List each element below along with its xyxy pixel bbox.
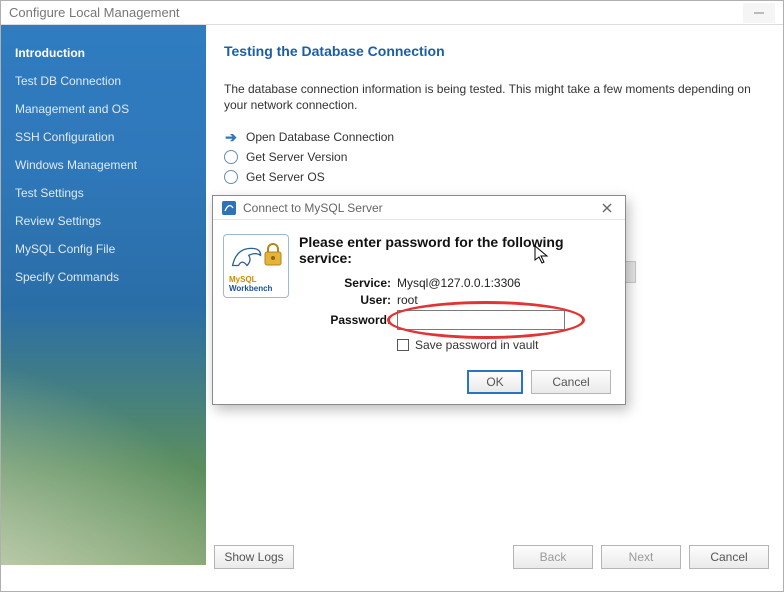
sidebar-item-review-settings[interactable]: Review Settings bbox=[13, 207, 194, 235]
workbench-icon: MySQLWorkbench bbox=[223, 234, 289, 298]
password-dialog: Connect to MySQL Server MySQLWork bbox=[212, 195, 626, 405]
password-wrapper bbox=[397, 310, 565, 330]
save-password-label: Save password in vault bbox=[415, 338, 538, 352]
titlebar: Configure Local Management bbox=[1, 1, 783, 25]
dialog-heading: Please enter password for the following … bbox=[299, 234, 609, 266]
page-description: The database connection information is b… bbox=[224, 81, 765, 113]
label-service: Service: bbox=[299, 276, 397, 290]
workbench-brand: MySQLWorkbench bbox=[229, 275, 272, 293]
cancel-button[interactable]: Cancel bbox=[689, 545, 769, 569]
dolphin-icon bbox=[230, 240, 264, 274]
step-1: Get Server Version bbox=[224, 147, 765, 167]
value-user: root bbox=[397, 293, 418, 307]
wizard-buttons: Back Next Cancel bbox=[513, 545, 769, 569]
step-0: ➔ Open Database Connection bbox=[224, 127, 765, 147]
sidebar-item-test-settings[interactable]: Test Settings bbox=[13, 179, 194, 207]
value-service: Mysql@127.0.0.1:3306 bbox=[397, 276, 521, 290]
dialog-titlebar: Connect to MySQL Server bbox=[213, 196, 625, 220]
close-icon bbox=[752, 6, 766, 20]
back-button[interactable]: Back bbox=[513, 545, 593, 569]
step-list: ➔ Open Database Connection Get Server Vers… bbox=[224, 127, 765, 187]
app-icon bbox=[221, 200, 237, 216]
step-label: Open Database Connection bbox=[246, 130, 394, 144]
dialog-body: MySQLWorkbench Please enter password for… bbox=[213, 220, 625, 362]
step-label: Get Server Version bbox=[246, 150, 347, 164]
sidebar-item-mysql-config-file[interactable]: MySQL Config File bbox=[13, 235, 194, 263]
sidebar-item-introduction[interactable]: Introduction bbox=[13, 39, 194, 67]
next-button[interactable]: Next bbox=[601, 545, 681, 569]
wizard-window: Configure Local Management IntroductionT… bbox=[0, 0, 784, 592]
sidebar-item-ssh-configuration[interactable]: SSH Configuration bbox=[13, 123, 194, 151]
dialog-form: Please enter password for the following … bbox=[299, 234, 609, 352]
dialog-cancel-button[interactable]: Cancel bbox=[531, 370, 611, 394]
row-user: User: root bbox=[299, 293, 609, 307]
label-password: Password: bbox=[299, 313, 397, 327]
step-2: Get Server OS bbox=[224, 167, 765, 187]
label-user: User: bbox=[299, 293, 397, 307]
radio-icon bbox=[224, 150, 238, 164]
step-label: Get Server OS bbox=[246, 170, 325, 184]
show-logs-button[interactable]: Show Logs bbox=[214, 545, 294, 569]
sidebar-item-test-db-connection[interactable]: Test DB Connection bbox=[13, 67, 194, 95]
sidebar: IntroductionTest DB ConnectionManagement… bbox=[1, 25, 206, 565]
save-password-checkbox[interactable] bbox=[397, 339, 409, 351]
close-icon bbox=[601, 202, 613, 214]
row-service: Service: Mysql@127.0.0.1:3306 bbox=[299, 276, 609, 290]
row-password: Password: bbox=[299, 310, 609, 330]
page-heading: Testing the Database Connection bbox=[224, 43, 765, 59]
lock-icon bbox=[262, 241, 284, 267]
dialog-close-button[interactable] bbox=[597, 199, 617, 217]
radio-icon bbox=[224, 170, 238, 184]
sidebar-item-management-and-os[interactable]: Management and OS bbox=[13, 95, 194, 123]
password-input[interactable] bbox=[397, 310, 565, 330]
dialog-buttons: OK Cancel bbox=[467, 370, 611, 394]
arrow-icon: ➔ bbox=[224, 130, 238, 144]
dialog-title-text: Connect to MySQL Server bbox=[243, 201, 383, 215]
sidebar-item-specify-commands[interactable]: Specify Commands bbox=[13, 263, 194, 291]
row-save-password: Save password in vault bbox=[397, 338, 609, 352]
dialog-title: Connect to MySQL Server bbox=[221, 200, 383, 216]
sidebar-item-windows-management[interactable]: Windows Management bbox=[13, 151, 194, 179]
ok-button[interactable]: OK bbox=[467, 370, 523, 394]
window-title: Configure Local Management bbox=[9, 1, 180, 25]
window-close-button[interactable] bbox=[743, 3, 775, 23]
